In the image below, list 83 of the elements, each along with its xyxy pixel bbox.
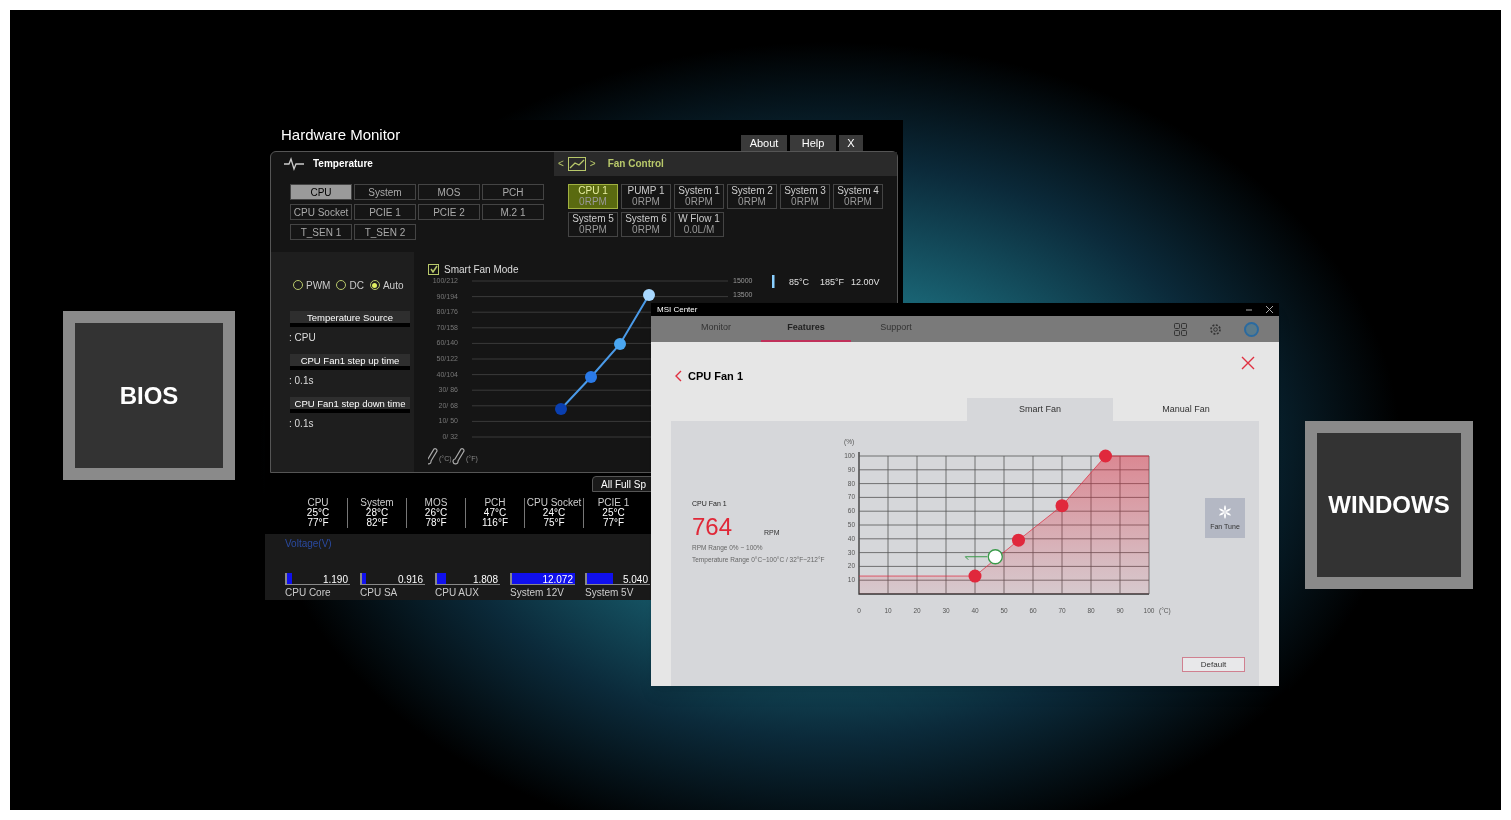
curve-point bbox=[1055, 499, 1069, 513]
fan-button[interactable]: W Flow 1 0.0L/M bbox=[674, 211, 724, 237]
sensor-button[interactable]: PCH bbox=[482, 183, 544, 200]
page-title: CPU Fan 1 bbox=[688, 369, 743, 384]
fan-button[interactable]: CPU 1 0RPM bbox=[568, 183, 618, 209]
voltage-reading: 1.190 bbox=[322, 573, 348, 587]
sensor-button[interactable]: T_SEN 1 bbox=[290, 223, 352, 240]
default-button[interactable]: Default bbox=[1182, 657, 1245, 672]
radio-label: PWM bbox=[306, 278, 331, 293]
voltage-reading: 12.072 bbox=[542, 573, 573, 587]
radio-label: Auto bbox=[382, 278, 404, 293]
voltage-label: CPU SA bbox=[360, 586, 399, 600]
setting-button[interactable]: Temperature Source bbox=[290, 310, 410, 327]
fan-button[interactable]: System 1 0RPM bbox=[674, 183, 724, 209]
setting-value: : 0.1s bbox=[289, 373, 315, 388]
sensor-button[interactable]: PCIE 1 bbox=[354, 203, 416, 220]
temperature-reading: System 28°C 82°F bbox=[348, 497, 407, 528]
sensor-reading: 85°C bbox=[789, 276, 810, 287]
setting-value: : CPU bbox=[289, 330, 317, 345]
fan-curve-icon bbox=[567, 156, 586, 171]
voltage-label: CPU Core bbox=[285, 586, 332, 600]
checkbox-label: Smart Fan Mode bbox=[444, 262, 519, 277]
windows-label: WINDOWS bbox=[1317, 433, 1461, 577]
sensor-button[interactable]: CPU Socket bbox=[290, 203, 352, 220]
voltage-reading: 5.040 bbox=[622, 573, 648, 587]
close-icon bbox=[1241, 356, 1255, 370]
fan-button[interactable]: PUMP 1 0RPM bbox=[621, 183, 671, 209]
previous-arrow[interactable]: < bbox=[558, 156, 564, 172]
voltage-reading: 1.808 bbox=[472, 573, 498, 587]
level-bar bbox=[772, 274, 775, 288]
rpm-value: 764 bbox=[692, 513, 733, 540]
sensor-button[interactable]: PCIE 2 bbox=[418, 203, 480, 220]
tab[interactable]: Manual Fan bbox=[1113, 398, 1259, 421]
next-arrow[interactable]: > bbox=[589, 156, 596, 172]
close-icon bbox=[1266, 306, 1273, 313]
title-button[interactable]: Help bbox=[790, 134, 836, 151]
sensor-button[interactable]: MOS bbox=[418, 183, 480, 200]
window-title: Hardware Monitor bbox=[281, 125, 401, 146]
voltage-label: System 12V bbox=[510, 586, 565, 600]
fan-button[interactable]: System 2 0RPM bbox=[727, 183, 777, 209]
pulse-icon bbox=[283, 156, 305, 171]
tab[interactable]: Features bbox=[761, 316, 851, 342]
fan-button[interactable]: System 6 0RPM bbox=[621, 211, 671, 237]
settings-icon bbox=[1209, 322, 1222, 336]
bios-label: BIOS bbox=[75, 323, 223, 468]
sensor-button[interactable]: T_SEN 2 bbox=[354, 223, 416, 240]
title-button[interactable]: About bbox=[741, 134, 787, 151]
curve-point bbox=[968, 569, 982, 583]
temperature-reading: CPU Socket 24°C 75°F bbox=[525, 497, 584, 528]
setting-button[interactable]: CPU Fan1 step down time bbox=[290, 396, 410, 413]
fan-button[interactable]: System 5 0RPM bbox=[568, 211, 618, 237]
temperature-reading: CPU 25°C 77°F bbox=[289, 497, 348, 528]
checkbox[interactable] bbox=[428, 263, 439, 275]
temperature-reading: PCIE 1 25°C 77°F bbox=[596, 497, 631, 528]
section-title: Voltage(V) bbox=[285, 537, 332, 551]
window-title: MSI Center bbox=[657, 303, 698, 316]
sensor-button[interactable]: System bbox=[354, 183, 416, 200]
sensor-button[interactable]: M.2 1 bbox=[482, 203, 544, 220]
tab[interactable]: Smart Fan bbox=[967, 398, 1113, 421]
thermometer-icon bbox=[428, 447, 438, 465]
radio-label: DC bbox=[349, 278, 364, 293]
section-title: Temperature bbox=[313, 157, 373, 172]
setting-value: : 0.1s bbox=[289, 416, 315, 431]
fan-icon bbox=[1217, 503, 1233, 520]
back-icon bbox=[675, 370, 682, 383]
setting-button[interactable]: CPU Fan1 step up time bbox=[290, 353, 410, 370]
curve-point bbox=[1012, 533, 1025, 547]
voltage-label: CPU AUX bbox=[435, 586, 480, 600]
sensor-reading: 185°F bbox=[820, 276, 845, 287]
temperature-reading: PCH 47°C 116°F bbox=[466, 497, 525, 528]
temperature-reading: MOS 26°C 78°F bbox=[407, 497, 466, 528]
thermometer-icon bbox=[452, 447, 465, 465]
grid-icon bbox=[1174, 322, 1187, 336]
voltage-reading: 0.916 bbox=[397, 573, 423, 587]
section-title: Fan Control bbox=[607, 157, 664, 172]
fan-button[interactable]: System 4 0RPM bbox=[833, 183, 883, 209]
minimize-icon bbox=[1246, 306, 1252, 313]
sensor-button[interactable]: CPU bbox=[290, 183, 352, 200]
voltage-label: System 5V bbox=[585, 586, 635, 600]
fan-button[interactable]: System 3 0RPM bbox=[780, 183, 830, 209]
sensor-reading: 12.00V bbox=[851, 276, 880, 287]
curve-point bbox=[1099, 449, 1112, 463]
close-button[interactable]: X bbox=[839, 134, 863, 151]
